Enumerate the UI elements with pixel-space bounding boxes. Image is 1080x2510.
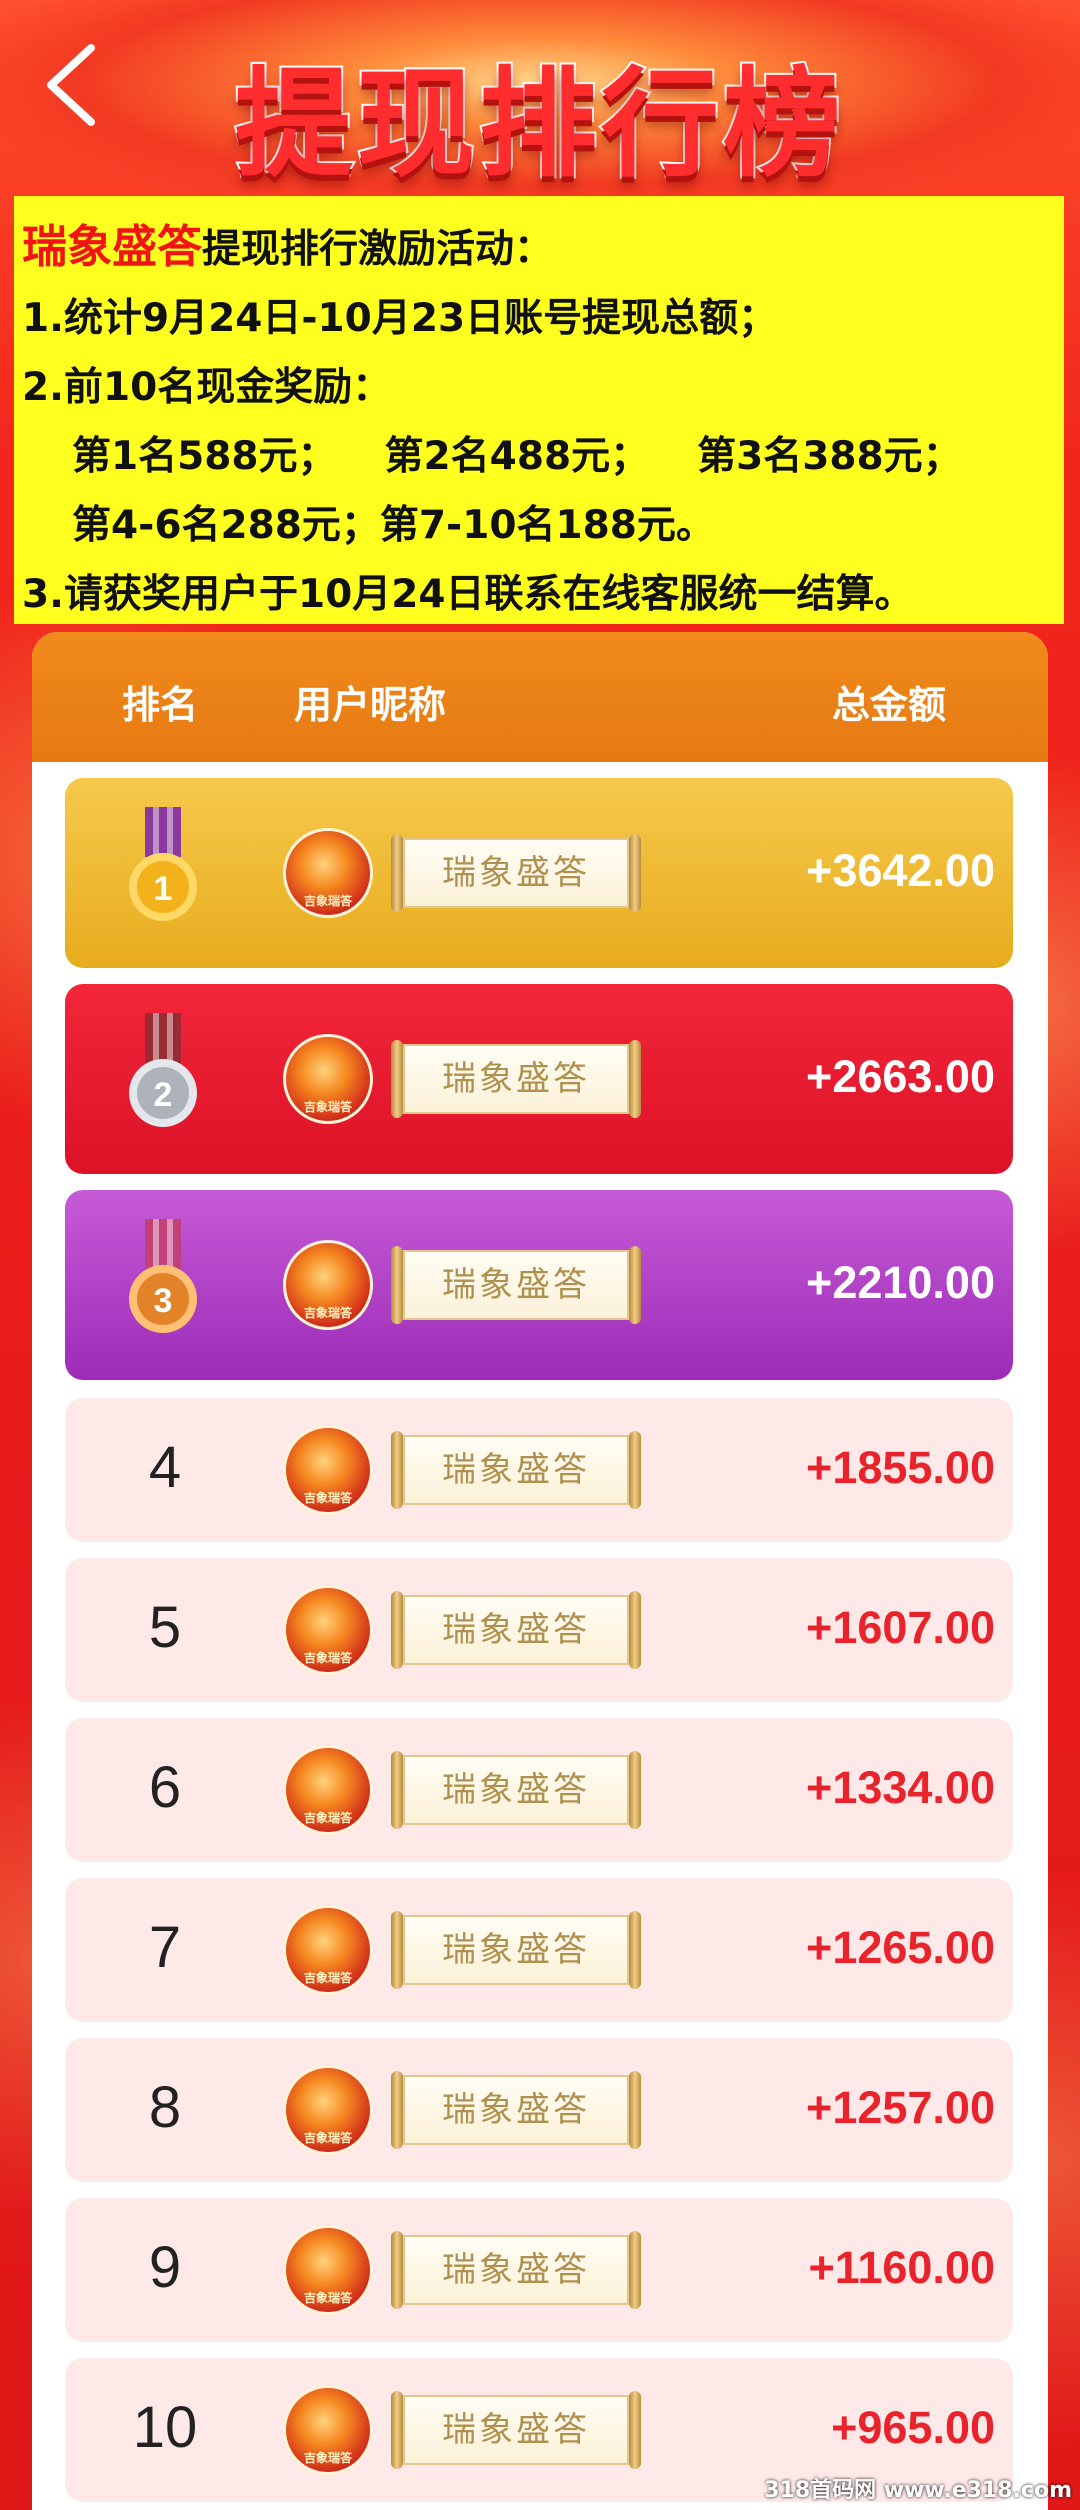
- rule-rewards: 2.前10名现金奖励：: [22, 365, 392, 410]
- leaderboard-row[interactable]: 1 吉象瑞答 瑞象盛答 +3642.00: [65, 778, 1013, 968]
- total-amount: +3642.00: [806, 845, 995, 896]
- rank-number: 7: [148, 1915, 182, 1980]
- user-nickname: 瑞象盛答: [442, 1770, 590, 1810]
- avatar-caption: 吉象瑞答: [303, 1971, 352, 1985]
- rank-number: 5: [148, 1595, 182, 1660]
- user-avatar: 吉象瑞答: [283, 1425, 373, 1515]
- rule-period: 1.统计9月24日-10月23日账号提现总额；: [22, 296, 778, 341]
- user-avatar: 吉象瑞答: [283, 1240, 373, 1330]
- user-avatar: 吉象瑞答: [283, 1034, 373, 1124]
- leaderboard-row[interactable]: 2 吉象瑞答 瑞象盛答 +2663.00: [65, 984, 1013, 1174]
- prize-3: 第3名388元；: [697, 434, 962, 479]
- rank-number: 10: [132, 2395, 198, 2460]
- activity-rules-box: 瑞象盛答提现排行激励活动： 1.统计9月24日-10月23日账号提现总额； 2.…: [14, 196, 1064, 624]
- user-avatar: 吉象瑞答: [283, 2385, 373, 2475]
- leaderboard-row[interactable]: 7 吉象瑞答 瑞象盛答 +1265.00: [65, 1878, 1013, 2022]
- user-nickname: 瑞象盛答: [442, 2250, 590, 2290]
- column-rank: 排名: [122, 683, 199, 727]
- avatar-caption: 吉象瑞答: [303, 1100, 352, 1114]
- user-nickname: 瑞象盛答: [442, 1265, 590, 1305]
- rules-headline: 瑞象盛答提现排行激励活动：: [22, 212, 1056, 284]
- rank-number: 6: [148, 1755, 182, 1820]
- nickname-scroll: 瑞象盛答: [391, 1431, 641, 1509]
- leaderboard-row[interactable]: 5 吉象瑞答 瑞象盛答 +1607.00: [65, 1558, 1013, 1702]
- nickname-scroll: 瑞象盛答: [391, 1040, 641, 1118]
- user-nickname: 瑞象盛答: [442, 853, 590, 893]
- rank-number: 8: [148, 2075, 182, 2140]
- total-amount: +1855.00: [806, 1442, 995, 1493]
- leaderboard-row[interactable]: 6 吉象瑞答 瑞象盛答 +1334.00: [65, 1718, 1013, 1862]
- nickname-scroll: 瑞象盛答: [391, 834, 641, 912]
- user-avatar: 吉象瑞答: [283, 1585, 373, 1675]
- user-nickname: 瑞象盛答: [442, 2090, 590, 2130]
- total-amount: +1334.00: [806, 1762, 995, 1813]
- nickname-scroll: 瑞象盛答: [391, 2391, 641, 2469]
- total-amount: +1607.00: [806, 1602, 995, 1653]
- user-nickname: 瑞象盛答: [442, 1450, 590, 1490]
- rule-settlement: 3.请获奖用户于10月24日联系在线客服统一结算。: [22, 572, 914, 617]
- avatar-caption: 吉象瑞答: [303, 1651, 352, 1665]
- avatar-caption: 吉象瑞答: [303, 1811, 352, 1825]
- user-avatar: 吉象瑞答: [283, 2225, 373, 2315]
- leaderboard-row[interactable]: 8 吉象瑞答 瑞象盛答 +1257.00: [65, 2038, 1013, 2182]
- avatar-caption: 吉象瑞答: [303, 2291, 352, 2305]
- nickname-scroll: 瑞象盛答: [391, 1591, 641, 1669]
- avatar-caption: 吉象瑞答: [303, 1306, 352, 1320]
- page-title: 提现排行榜: [233, 53, 845, 195]
- avatar-caption: 吉象瑞答: [303, 894, 352, 908]
- nickname-scroll: 瑞象盛答: [391, 1751, 641, 1829]
- leaderboard-panel: 排名 用户昵称 总金额 1 吉象瑞答 瑞象盛答 +3642.00 2 吉象瑞答 瑞象盛答 +2…: [32, 632, 1048, 2510]
- watermark: 318首码网 www.e318.com: [764, 2478, 1072, 2503]
- gold-medal-icon: 1: [123, 807, 203, 927]
- brand-name: 瑞象盛答: [22, 220, 203, 273]
- leaderboard-row[interactable]: 9 吉象瑞答 瑞象盛答 +1160.00: [65, 2198, 1013, 2342]
- prize-2: 第2名488元；: [384, 434, 650, 479]
- total-amount: +2663.00: [806, 1051, 995, 1102]
- user-nickname: 瑞象盛答: [442, 1930, 590, 1970]
- avatar-caption: 吉象瑞答: [303, 2131, 352, 2145]
- user-avatar: 吉象瑞答: [283, 2065, 373, 2155]
- user-nickname: 瑞象盛答: [442, 1610, 590, 1650]
- user-avatar: 吉象瑞答: [283, 1905, 373, 1995]
- user-avatar: 吉象瑞答: [283, 828, 373, 918]
- leaderboard-header: 排名 用户昵称 总金额: [32, 632, 1048, 762]
- column-total-amount: 总金额: [832, 683, 947, 727]
- svg-text:2: 2: [154, 1076, 173, 1114]
- total-amount: +965.00: [831, 2402, 995, 2453]
- avatar-caption: 吉象瑞答: [303, 1491, 352, 1505]
- nickname-scroll: 瑞象盛答: [391, 1246, 641, 1324]
- total-amount: +2210.00: [806, 1257, 995, 1308]
- nickname-scroll: 瑞象盛答: [391, 1911, 641, 1989]
- silver-medal-icon: 2: [123, 1013, 203, 1133]
- leaderboard-row[interactable]: 4 吉象瑞答 瑞象盛答 +1855.00: [65, 1398, 1013, 1542]
- total-amount: +1257.00: [806, 2082, 995, 2133]
- leaderboard-row[interactable]: 3 吉象瑞答 瑞象盛答 +2210.00: [65, 1190, 1013, 1380]
- rule-prizes-rest: 第4-6名288元；第7-10名188元。: [72, 503, 715, 548]
- nickname-scroll: 瑞象盛答: [391, 2071, 641, 2149]
- prize-1: 第1名588元；: [72, 434, 337, 479]
- user-nickname: 瑞象盛答: [442, 1059, 590, 1099]
- rank-number: 4: [148, 1435, 182, 1500]
- total-amount: +1265.00: [806, 1922, 995, 1973]
- svg-text:3: 3: [154, 1282, 173, 1320]
- avatar-caption: 吉象瑞答: [303, 2451, 352, 2465]
- total-amount: +1160.00: [808, 2242, 995, 2293]
- rule-prizes-top3: 第1名588元； 第2名488元； 第3名388元；: [22, 422, 1056, 491]
- bronze-medal-icon: 3: [123, 1219, 203, 1339]
- rules-headline-text: 提现排行激励活动：: [202, 227, 554, 272]
- rank-number: 9: [148, 2235, 182, 2300]
- user-nickname: 瑞象盛答: [442, 2410, 590, 2450]
- column-nickname: 用户昵称: [294, 683, 447, 727]
- nickname-scroll: 瑞象盛答: [391, 2231, 641, 2309]
- page-header: 提现排行榜: [0, 0, 1080, 205]
- user-avatar: 吉象瑞答: [283, 1745, 373, 1835]
- svg-text:1: 1: [154, 870, 173, 908]
